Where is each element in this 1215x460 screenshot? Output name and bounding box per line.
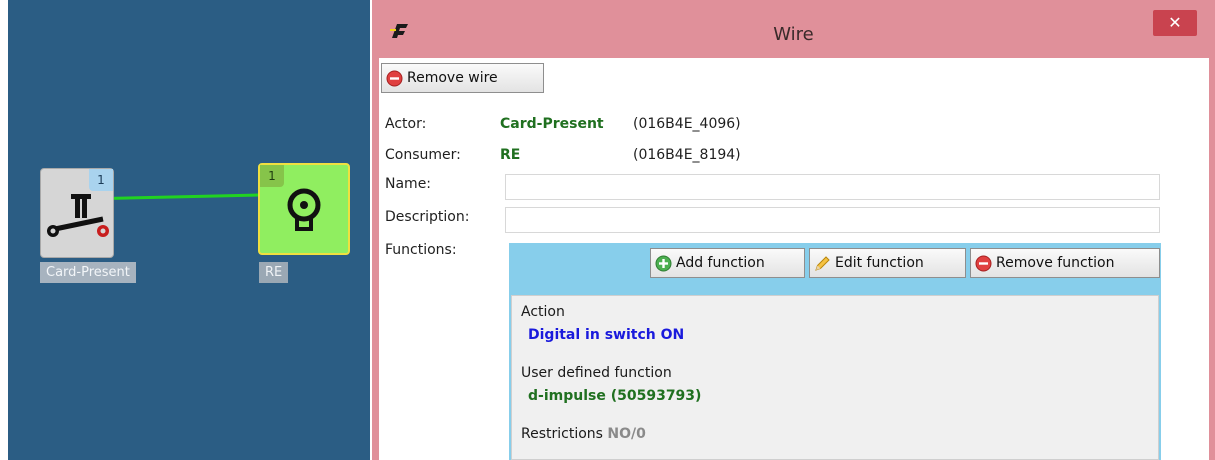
restrictions-row: Restrictions NO/0 <box>521 426 646 442</box>
functions-label: Functions: <box>385 242 457 258</box>
actor-node-label: Card-Present <box>40 262 136 283</box>
restrictions-label: Restrictions <box>521 426 603 442</box>
function-list-item[interactable]: Action Digital in switch ON User defined… <box>511 295 1159 460</box>
name-field[interactable] <box>505 174 1160 200</box>
edit-function-button[interactable]: Edit function <box>809 248 966 278</box>
action-value: Digital in switch ON <box>528 327 685 343</box>
remove-wire-button[interactable]: Remove wire <box>381 63 544 93</box>
consumer-label: Consumer: <box>385 147 461 163</box>
wire-dialog: Wire ✕ Remove wire Actor: Card-Present (… <box>372 0 1215 460</box>
remove-icon <box>386 70 403 86</box>
consumer-node[interactable]: 1 <box>258 163 350 255</box>
relay-icon <box>287 188 321 231</box>
action-label: Action <box>521 304 565 320</box>
description-field[interactable] <box>505 207 1160 233</box>
close-button[interactable]: ✕ <box>1153 10 1197 36</box>
actor-node[interactable]: 1 <box>40 168 114 258</box>
add-function-button[interactable]: Add function <box>650 248 805 278</box>
consumer-node-label: RE <box>259 262 289 283</box>
edit-function-label: Edit function <box>835 255 924 271</box>
remove-wire-label: Remove wire <box>407 70 498 86</box>
pencil-icon <box>815 255 830 271</box>
udf-label: User defined function <box>521 365 672 381</box>
add-icon <box>655 255 672 271</box>
actor-id: (016B4E_4096) <box>633 116 741 132</box>
description-label: Description: <box>385 209 470 225</box>
remove-function-button[interactable]: Remove function <box>970 248 1160 278</box>
restrictions-value: NO/0 <box>607 426 646 442</box>
actor-label: Actor: <box>385 116 427 132</box>
dialog-title: Wire <box>773 24 814 45</box>
dialog-titlebar[interactable]: Wire ✕ <box>372 0 1215 56</box>
consumer-name: RE <box>500 147 521 163</box>
functions-panel: Add function Edit function Remove functi… <box>509 243 1161 460</box>
consumer-id: (016B4E_8194) <box>633 147 741 163</box>
switch-icon <box>47 194 109 237</box>
remove-function-label: Remove function <box>996 255 1115 271</box>
wiring-canvas[interactable]: 1 Card-Present 1 RE <box>8 0 370 460</box>
actor-name: Card-Present <box>500 116 604 132</box>
dialog-body: Remove wire Actor: Card-Present (016B4E_… <box>379 58 1209 460</box>
add-function-label: Add function <box>676 255 765 271</box>
udf-value: d-impulse (50593793) <box>528 388 702 404</box>
remove-icon <box>975 255 992 271</box>
name-label: Name: <box>385 176 432 192</box>
